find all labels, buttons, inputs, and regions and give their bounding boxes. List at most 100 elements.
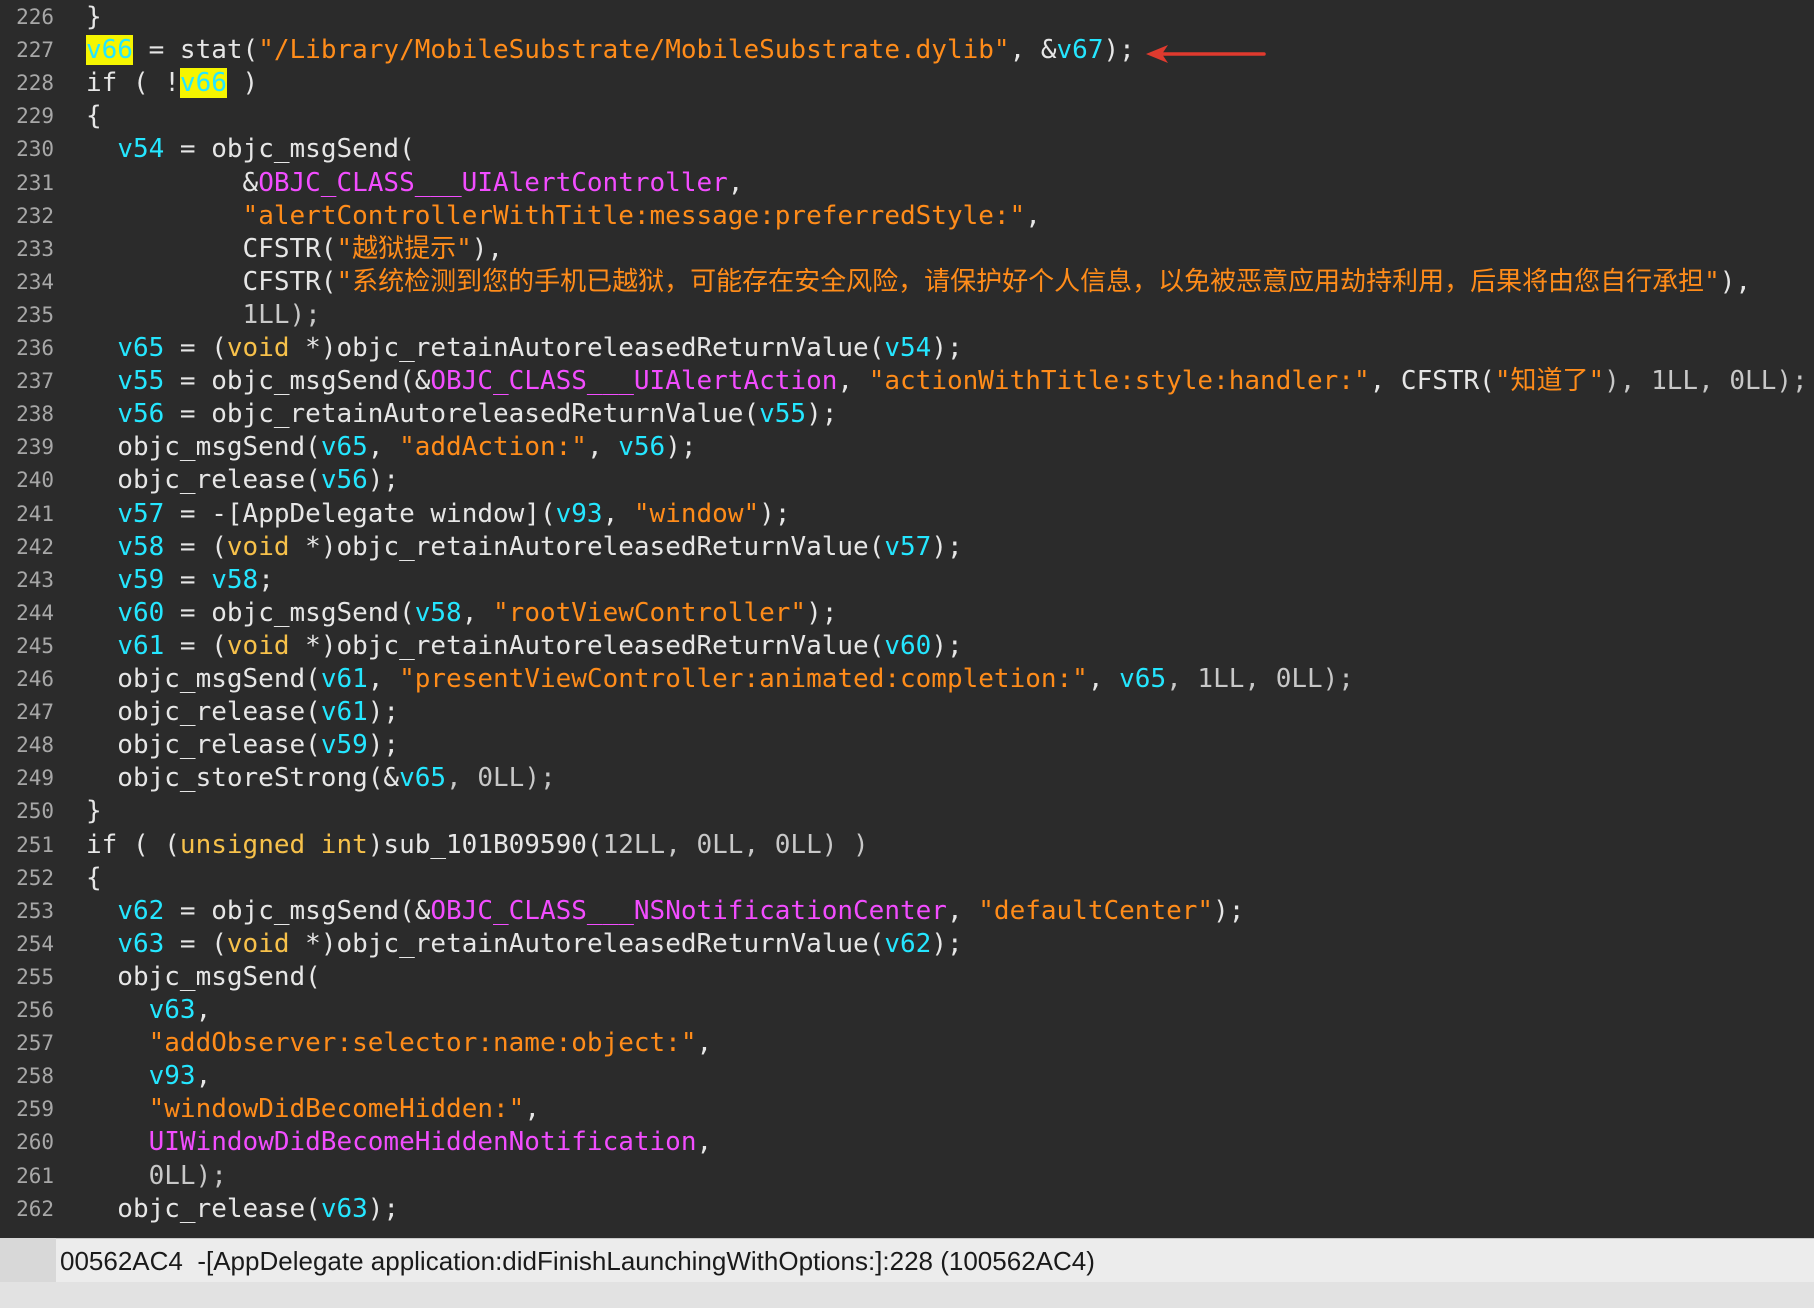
code-token: v55: [759, 399, 807, 430]
code-token: "/Library/MobileSubstrate/MobileSubstrat…: [258, 35, 1010, 66]
code-line[interactable]: 244 v60 = objc_msgSend(v58, "rootViewCon…: [0, 597, 1814, 630]
code-token: v57: [117, 498, 165, 529]
status-text: 00562AC4 -[AppDelegate application:didFi…: [60, 1246, 1095, 1276]
code-line[interactable]: 230 v54 = objc_msgSend(: [0, 133, 1814, 166]
code-token: 1LL);: [86, 299, 321, 330]
code-token: "windowDidBecomeHidden:": [148, 1094, 525, 1125]
code-line[interactable]: 262 objc_release(v63);: [0, 1193, 1814, 1226]
code-token: );: [367, 730, 400, 761]
code-token: "rootViewController": [493, 597, 807, 628]
code-line[interactable]: 254 v63 = (void *)objc_retainAutorelease…: [0, 928, 1814, 961]
code-line[interactable]: 236 v65 = (void *)objc_retainAutorelease…: [0, 332, 1814, 365]
line-number: 239: [16, 435, 54, 460]
code-token: "alertControllerWithTitle:message:prefer…: [242, 200, 1026, 231]
code-token: = stat(: [132, 35, 259, 66]
code-token: , &: [1009, 35, 1057, 66]
code-token: v56: [117, 399, 165, 430]
line-number: 261: [16, 1163, 54, 1188]
line-number: 241: [16, 501, 54, 526]
line-number: 255: [16, 964, 54, 989]
code-line[interactable]: 247 objc_release(v61);: [0, 696, 1814, 729]
code-line[interactable]: 229 {: [0, 100, 1814, 133]
code-line[interactable]: 249 objc_storeStrong(&v65, 0LL);: [0, 762, 1814, 795]
code-line[interactable]: 258 v93,: [0, 1060, 1814, 1093]
code-token: ,: [195, 1061, 212, 1092]
code-token: v62: [117, 895, 165, 926]
code-line[interactable]: 252 {: [0, 862, 1814, 895]
code-token: ,: [367, 432, 400, 463]
code-line[interactable]: 231 &OBJC_CLASS___UIAlertController,: [0, 167, 1814, 200]
code-line[interactable]: 240 objc_release(v56);: [0, 464, 1814, 497]
code-token: v65: [1119, 664, 1167, 694]
code-line[interactable]: 260 UIWindowDidBecomeHiddenNotification,: [0, 1126, 1814, 1159]
code-token: {: [86, 101, 102, 132]
code-token: ,: [367, 664, 400, 694]
code-token: objc_msgSend(: [86, 961, 321, 992]
code-line[interactable]: 243 v59 = v58;: [0, 564, 1814, 597]
code-line[interactable]: 228 if ( !v66 ): [0, 67, 1814, 100]
code-line[interactable]: 248 objc_release(v59);: [0, 729, 1814, 762]
code-token: objc_release(: [86, 465, 321, 496]
code-line[interactable]: 256 v63,: [0, 994, 1814, 1027]
line-number: 247: [16, 700, 54, 725]
code-editor[interactable]: 226} 227 v66 = stat("/Library/MobileSubstr…: [0, 0, 1814, 1238]
code-line[interactable]: 259 "windowDidBecomeHidden:",: [0, 1093, 1814, 1126]
code-line[interactable]: 234 CFSTR("系统检测到您的手机已越狱，可能存在安全风险，请保护好个人信…: [0, 266, 1814, 299]
code-token: ,: [461, 597, 494, 628]
code-token: "presentViewController:animated:completi…: [399, 664, 1088, 694]
line-number: 235: [16, 302, 54, 327]
line-number: 253: [16, 898, 54, 923]
code-line[interactable]: 242 v58 = (void *)objc_retainAutorelease…: [0, 531, 1814, 564]
code-line[interactable]: 261 0LL);: [0, 1160, 1814, 1193]
code-text: v63 = (void *)objc_retainAutoreleasedRet…: [86, 928, 962, 961]
code-token: = objc_retainAutoreleasedReturnValue(: [164, 399, 760, 430]
code-text: CFSTR("系统检测到您的手机已越狱，可能存在安全风险，请保护好个人信息，以免…: [86, 266, 1752, 299]
code-line[interactable]: 226}: [0, 1, 1814, 34]
code-line[interactable]: 237 v55 = objc_msgSend(&OBJC_CLASS___UIA…: [0, 365, 1814, 398]
code-line[interactable]: 241 v57 = -[AppDelegate window](v93, "wi…: [0, 498, 1814, 531]
code-line[interactable]: 251 if ( (unsigned int)sub_101B09590(12LL…: [0, 829, 1814, 862]
code-token: v59: [320, 730, 368, 761]
code-token: = objc_msgSend(&: [164, 895, 431, 926]
code-token: ,: [1025, 200, 1041, 231]
code-token: v57: [884, 531, 932, 562]
code-line[interactable]: 232 "alertControllerWithTitle:message:pr…: [0, 200, 1814, 233]
code-line[interactable]: 245 v61 = (void *)objc_retainAutorelease…: [0, 630, 1814, 663]
code-token: v65: [117, 333, 165, 363]
code-token: v65: [320, 432, 368, 463]
line-number: 234: [16, 269, 54, 294]
code-token: "addAction:": [399, 432, 587, 463]
code-line[interactable]: 238 v56 = objc_retainAutoreleasedReturnV…: [0, 398, 1814, 431]
code-token: v54: [884, 333, 932, 363]
code-token: v61: [117, 630, 165, 661]
line-number: 245: [16, 633, 54, 658]
code-line[interactable]: 246 objc_msgSend(v61, "presentViewContro…: [0, 663, 1814, 696]
code-token: = -[AppDelegate window](: [164, 498, 556, 529]
code-line[interactable]: 239 objc_msgSend(v65, "addAction:", v56)…: [0, 431, 1814, 464]
code-line[interactable]: 235 1LL);: [0, 299, 1814, 332]
code-token: ,: [195, 995, 212, 1025]
code-text: v59 = v58;: [86, 564, 274, 597]
line-number: 258: [16, 1064, 54, 1089]
code-token: objc_msgSend(: [86, 432, 321, 463]
code-token: }: [86, 796, 102, 827]
code-token: ,: [696, 1028, 713, 1059]
code-token: v55: [117, 366, 165, 397]
code-text: &OBJC_CLASS___UIAlertController,: [86, 167, 744, 200]
code-line[interactable]: 233 CFSTR("越狱提示"),: [0, 233, 1814, 266]
code-text: 0LL);: [86, 1160, 227, 1193]
code-line[interactable]: 257 "addObserver:selector:name:object:",: [0, 1027, 1814, 1060]
code-token: v61: [320, 664, 368, 694]
line-number: 242: [16, 534, 54, 559]
code-line[interactable]: 253 v62 = objc_msgSend(&OBJC_CLASS___NSN…: [0, 895, 1814, 928]
code-token: );: [665, 432, 697, 463]
line-number: 251: [16, 832, 54, 857]
code-line[interactable]: 255 objc_msgSend(: [0, 961, 1814, 994]
code-token: *)objc_retainAutoreleasedReturnValue(: [289, 531, 885, 562]
code-token: objc_release(: [86, 697, 321, 728]
code-line[interactable]: 227 v66 = stat("/Library/MobileSubstrate/…: [0, 34, 1814, 67]
code-line[interactable]: 250}: [0, 795, 1814, 828]
